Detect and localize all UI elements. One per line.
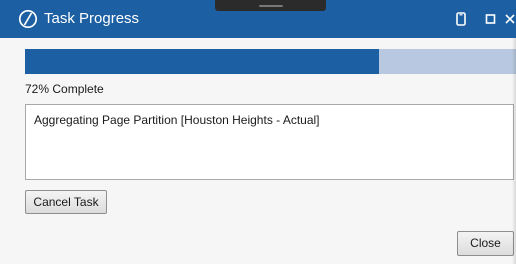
close-button[interactable]: Close: [457, 231, 514, 256]
window-edge-shadow: [512, 38, 516, 264]
phone-icon[interactable]: [451, 9, 471, 29]
progress-percent-label: 72% Complete: [25, 82, 104, 96]
maximize-icon[interactable]: [481, 9, 501, 29]
status-message-box: Aggregating Page Partition [Houston Heig…: [25, 104, 514, 180]
status-message: Aggregating Page Partition [Houston Heig…: [34, 113, 320, 127]
title-bar[interactable]: Task Progress: [0, 0, 516, 38]
task-progress-window: Task Progress 72% Complete Aggregating P…: [0, 0, 516, 264]
cancel-task-button[interactable]: Cancel Task: [25, 190, 107, 214]
close-icon[interactable]: [501, 9, 516, 29]
progress-bar: [25, 49, 516, 74]
drag-handle[interactable]: [215, 0, 326, 11]
app-logo-icon: [18, 9, 38, 29]
progress-bar-fill: [25, 49, 379, 74]
window-title: Task Progress: [44, 10, 140, 27]
